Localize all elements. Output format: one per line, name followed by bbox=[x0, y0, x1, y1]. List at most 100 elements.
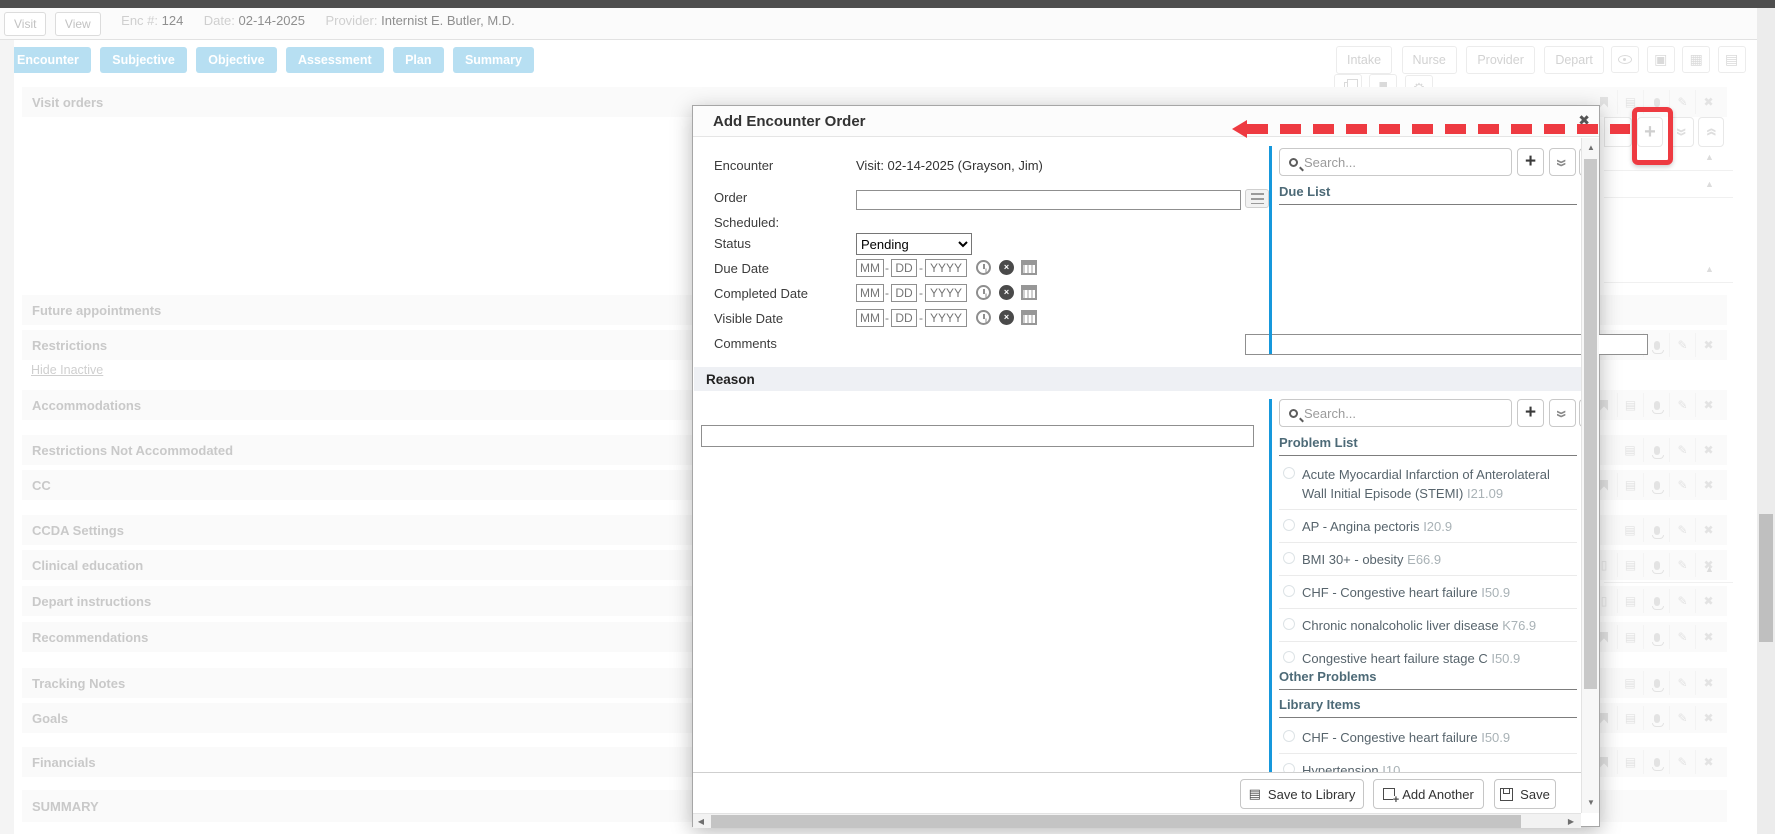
book-icon[interactable]: ▤ bbox=[1718, 46, 1746, 73]
x-icon[interactable]: ✖ bbox=[1695, 706, 1721, 730]
calendar-icon[interactable] bbox=[1021, 285, 1037, 300]
book-icon[interactable]: ▤ bbox=[1617, 438, 1643, 462]
problem-list-item[interactable]: CHF - Congestive heart failure I50.9 bbox=[1279, 576, 1577, 609]
book-icon[interactable]: ▤ bbox=[1617, 706, 1643, 730]
pencil-icon[interactable]: ✎ bbox=[1669, 553, 1695, 577]
scroll-right-arrow[interactable]: ▶ bbox=[1563, 814, 1579, 829]
problem-list-item[interactable]: AP - Angina pectoris I20.9 bbox=[1279, 510, 1577, 543]
library-list-item[interactable]: CHF - Congestive heart failure I50.9 bbox=[1279, 721, 1577, 754]
tab-subjective[interactable]: Subjective bbox=[100, 47, 187, 73]
radio-icon[interactable] bbox=[1283, 467, 1295, 479]
book-icon[interactable]: ▤ bbox=[1617, 750, 1643, 774]
due-search-box[interactable] bbox=[1279, 148, 1512, 176]
microphone-icon[interactable] bbox=[1643, 518, 1669, 542]
collapse-all-button[interactable]: » bbox=[1698, 117, 1724, 147]
collapse-arrow-icon[interactable]: ▲ bbox=[1705, 152, 1714, 162]
expand-problem-list-button[interactable]: » bbox=[1549, 399, 1576, 427]
horizontal-scroll-thumb[interactable] bbox=[711, 815, 1521, 828]
collapse-arrow-icon[interactable]: ▲ bbox=[1705, 179, 1714, 189]
tab-intake[interactable]: Intake bbox=[1336, 46, 1392, 74]
problem-search-box[interactable] bbox=[1279, 399, 1512, 427]
microphone-icon[interactable] bbox=[1643, 393, 1669, 417]
book-icon[interactable]: ▤ bbox=[1617, 518, 1643, 542]
dialog-horizontal-scrollbar[interactable]: ◀ ▶ bbox=[693, 813, 1581, 828]
tab-nurse[interactable]: Nurse bbox=[1402, 46, 1457, 74]
x-icon[interactable]: ✖ bbox=[1695, 625, 1721, 649]
radio-icon[interactable] bbox=[1283, 730, 1295, 742]
completed-date-dd-input[interactable] bbox=[891, 284, 917, 302]
visit-tab[interactable]: Visit bbox=[4, 12, 46, 36]
calendar-icon[interactable] bbox=[1021, 260, 1037, 275]
x-icon[interactable]: ✖ bbox=[1695, 518, 1721, 542]
completed-date-mm-input[interactable] bbox=[856, 284, 884, 302]
tab-depart[interactable]: Depart bbox=[1544, 46, 1604, 74]
due-date-yyyy-input[interactable] bbox=[925, 259, 967, 277]
page-scrollbar-track[interactable] bbox=[1757, 8, 1775, 834]
clock-icon[interactable] bbox=[976, 310, 991, 325]
microphone-icon[interactable] bbox=[1643, 706, 1669, 730]
tab-encounter[interactable]: Encounter bbox=[5, 47, 91, 73]
add-problem-button[interactable]: + bbox=[1517, 399, 1544, 427]
completed-date-yyyy-input[interactable] bbox=[925, 284, 967, 302]
visible-date-mm-input[interactable] bbox=[856, 309, 884, 327]
pencil-icon[interactable]: ✎ bbox=[1669, 518, 1695, 542]
due-date-mm-input[interactable] bbox=[856, 259, 884, 277]
x-icon[interactable]: ✖ bbox=[1695, 671, 1721, 695]
x-icon[interactable]: ✖ bbox=[1695, 333, 1721, 357]
dialog-vertical-scrollbar[interactable]: ▲ ▼ bbox=[1581, 138, 1599, 813]
x-icon[interactable]: ✖ bbox=[1695, 589, 1721, 613]
collapse-arrow-icon[interactable]: ▲ bbox=[1705, 264, 1714, 274]
expand-due-list-button[interactable]: » bbox=[1549, 148, 1576, 176]
book-icon[interactable]: ▤ bbox=[1617, 553, 1643, 577]
tab-assessment[interactable]: Assessment bbox=[286, 47, 384, 73]
clear-date-icon[interactable]: × bbox=[999, 260, 1014, 275]
save-to-library-button[interactable]: ▤ Save to Library bbox=[1240, 779, 1364, 809]
visible-date-dd-input[interactable] bbox=[891, 309, 917, 327]
visible-date-yyyy-input[interactable] bbox=[925, 309, 967, 327]
problem-search-input[interactable] bbox=[1304, 406, 1484, 421]
book-icon[interactable]: ▤ bbox=[1617, 625, 1643, 649]
eye-icon[interactable] bbox=[1611, 46, 1639, 73]
x-icon[interactable]: ✖ bbox=[1695, 393, 1721, 417]
order-list-button[interactable] bbox=[1245, 189, 1269, 208]
order-input[interactable] bbox=[856, 190, 1241, 210]
add-another-button[interactable]: Add Another bbox=[1373, 779, 1484, 809]
clock-icon[interactable] bbox=[976, 260, 991, 275]
x-icon[interactable]: ✖ bbox=[1695, 438, 1721, 462]
hide-inactive-link[interactable]: Hide Inactive bbox=[31, 363, 103, 377]
archive-icon[interactable]: ▣ bbox=[1647, 46, 1675, 73]
radio-icon[interactable] bbox=[1283, 552, 1295, 564]
add-due-item-button[interactable]: + bbox=[1517, 148, 1544, 176]
scroll-up-arrow[interactable]: ▲ bbox=[1582, 140, 1600, 156]
due-search-input[interactable] bbox=[1304, 155, 1484, 170]
x-icon[interactable]: ✖ bbox=[1695, 473, 1721, 497]
clear-date-icon[interactable]: × bbox=[999, 310, 1014, 325]
book-icon[interactable]: ▤ bbox=[1617, 473, 1643, 497]
book-icon[interactable]: ▤ bbox=[1617, 671, 1643, 695]
clear-date-icon[interactable]: × bbox=[999, 285, 1014, 300]
radio-icon[interactable] bbox=[1283, 651, 1295, 663]
radio-icon[interactable] bbox=[1283, 763, 1295, 772]
due-date-dd-input[interactable] bbox=[891, 259, 917, 277]
save-button[interactable]: Save bbox=[1494, 779, 1556, 809]
pencil-icon[interactable]: ✎ bbox=[1669, 473, 1695, 497]
problem-list-item[interactable]: BMI 30+ - obesity E66.9 bbox=[1279, 543, 1577, 576]
x-icon[interactable]: ✖ bbox=[1695, 90, 1721, 114]
book-icon[interactable]: ▤ bbox=[1617, 393, 1643, 417]
pencil-icon[interactable]: ✎ bbox=[1669, 706, 1695, 730]
tab-objective[interactable]: Objective bbox=[196, 47, 276, 73]
calendar-icon[interactable] bbox=[1021, 310, 1037, 325]
tab-plan[interactable]: Plan bbox=[393, 47, 443, 73]
reason-input[interactable] bbox=[701, 425, 1254, 447]
problem-list-item[interactable]: Chronic nonalcoholic liver disease K76.9 bbox=[1279, 609, 1577, 642]
microphone-icon[interactable] bbox=[1643, 553, 1669, 577]
radio-icon[interactable] bbox=[1283, 585, 1295, 597]
library-list-item[interactable]: Hypertension I10 bbox=[1279, 754, 1577, 772]
page-scrollbar-thumb[interactable] bbox=[1759, 514, 1773, 642]
tab-provider[interactable]: Provider bbox=[1466, 46, 1535, 74]
microphone-icon[interactable] bbox=[1643, 473, 1669, 497]
x-icon[interactable]: ✖ bbox=[1695, 750, 1721, 774]
collapse-arrow-icon[interactable]: ▲ bbox=[1705, 564, 1714, 574]
radio-icon[interactable] bbox=[1283, 618, 1295, 630]
problem-list-item[interactable]: Congestive heart failure stage C I50.9 bbox=[1279, 642, 1577, 669]
